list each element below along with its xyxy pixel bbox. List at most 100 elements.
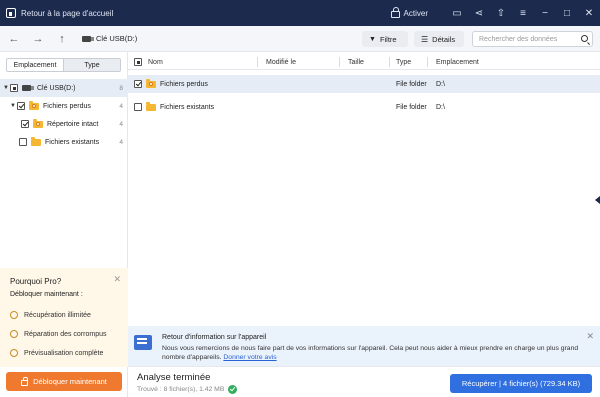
row-location: D:\ bbox=[436, 103, 445, 111]
tree-count: 4 bbox=[119, 138, 123, 146]
details-button[interactable]: ☰ Détails bbox=[414, 31, 464, 47]
tree-label: Clé USB(D:) bbox=[37, 84, 76, 92]
column-label: Modifié le bbox=[266, 58, 296, 66]
scan-status-title: Analyse terminée bbox=[137, 372, 211, 383]
lost-folder-icon bbox=[33, 118, 43, 128]
funnel-icon: ▼ bbox=[369, 35, 376, 43]
title-bar: Retour à la page d'accueil Activer ▭ ⋖ ⇧… bbox=[0, 0, 600, 26]
folder-icon bbox=[146, 101, 156, 111]
breadcrumb-label: Clé USB(D:) bbox=[96, 34, 138, 43]
lost-folder-icon bbox=[29, 100, 39, 110]
lost-folder-icon bbox=[146, 78, 156, 88]
unlock-label: Débloquer maintenant bbox=[33, 377, 107, 386]
share-icon[interactable]: ⋖ bbox=[468, 0, 490, 26]
toolbar: ← → ↑ Clé USB(D:) ▼ Filtre ☰ Détails Rec… bbox=[0, 26, 600, 52]
row-type: File folder bbox=[396, 103, 427, 111]
sidebar: Emplacement Type ▼ Clé USB(D:) 8 ▼ Fichi… bbox=[0, 52, 128, 397]
chevron-down-icon[interactable]: ▼ bbox=[2, 85, 10, 91]
tree-count: 8 bbox=[119, 84, 123, 92]
tree-item-existing-files[interactable]: Fichiers existants 4 bbox=[0, 133, 128, 151]
table-header: Nom Modifié le Taille Type Emplacement bbox=[128, 54, 600, 70]
forward-arrow-icon[interactable]: → bbox=[30, 31, 46, 47]
unlock-button[interactable]: Débloquer maintenant bbox=[6, 372, 122, 391]
feedback-link[interactable]: Donner votre avis bbox=[223, 354, 276, 361]
search-placeholder: Rechercher des données bbox=[479, 35, 558, 43]
usb-drive-icon bbox=[82, 35, 94, 42]
tree-item-intact-dir[interactable]: Répertoire intact 4 bbox=[0, 115, 128, 133]
tab-emplacement[interactable]: Emplacement bbox=[7, 59, 63, 71]
tree-label: Répertoire intact bbox=[47, 120, 99, 128]
lock-icon bbox=[390, 7, 400, 18]
usb-drive-icon bbox=[22, 85, 34, 91]
row-location: D:\ bbox=[436, 80, 445, 88]
infinity-icon bbox=[10, 311, 18, 319]
home-label: Retour à la page d'accueil bbox=[21, 8, 114, 18]
close-icon[interactable]: ✕ bbox=[113, 274, 121, 285]
recover-button[interactable]: Récupérer | 4 fichier(s) (729.34 KB) bbox=[450, 374, 592, 393]
row-type: File folder bbox=[396, 80, 427, 88]
filter-label: Filtre bbox=[379, 34, 397, 44]
column-location[interactable]: Emplacement bbox=[428, 54, 528, 70]
tree-checkbox[interactable] bbox=[21, 120, 29, 128]
home-button[interactable]: Retour à la page d'accueil bbox=[0, 8, 113, 18]
column-label: Type bbox=[396, 58, 412, 66]
folder-icon bbox=[31, 136, 41, 146]
breadcrumb[interactable]: Clé USB(D:) bbox=[82, 34, 137, 43]
feature-label: Prévisualisation complète bbox=[24, 349, 104, 357]
menu-icon[interactable]: ≡ bbox=[512, 0, 534, 26]
column-type[interactable]: Type bbox=[390, 54, 428, 70]
column-label: Emplacement bbox=[436, 58, 479, 66]
table-row[interactable]: Fichiers existants File folder D:\ bbox=[128, 98, 600, 116]
home-icon bbox=[6, 8, 16, 18]
row-name: Fichiers existants bbox=[160, 103, 215, 111]
feedback-title: Retour d'information sur l'appareil bbox=[162, 334, 267, 341]
row-checkbox[interactable] bbox=[134, 80, 142, 88]
upload-icon[interactable]: ⇧ bbox=[490, 0, 512, 26]
activate-button[interactable]: Activer bbox=[389, 7, 446, 18]
tree-count: 4 bbox=[119, 120, 123, 128]
search-input[interactable]: Rechercher des données bbox=[472, 31, 593, 47]
up-arrow-icon[interactable]: ↑ bbox=[54, 31, 70, 47]
tree-checkbox[interactable] bbox=[19, 138, 27, 146]
search-icon[interactable] bbox=[581, 35, 588, 42]
tree-checkbox[interactable] bbox=[17, 102, 25, 110]
column-modified[interactable]: Modifié le bbox=[258, 54, 340, 70]
back-arrow-icon[interactable]: ← bbox=[6, 31, 22, 47]
status-bar: Analyse terminée Trouvé : 8 fichier(s), … bbox=[128, 366, 600, 397]
view-tabs: Emplacement Type bbox=[6, 58, 121, 72]
maximize-icon[interactable]: □ bbox=[556, 0, 578, 26]
filter-button[interactable]: ▼ Filtre bbox=[362, 31, 408, 47]
feedback-icon bbox=[134, 335, 152, 350]
minimize-icon[interactable]: − bbox=[534, 0, 556, 26]
tree-item-lost-files[interactable]: ▼ Fichiers perdus 4 bbox=[0, 97, 128, 115]
promo-subtitle: Débloquer maintenant : bbox=[10, 291, 83, 298]
close-icon[interactable]: ✕ bbox=[586, 331, 594, 342]
close-icon[interactable]: ✕ bbox=[578, 0, 600, 26]
chevron-down-icon[interactable]: ▼ bbox=[9, 103, 17, 109]
column-label: Taille bbox=[348, 58, 364, 66]
feedback-icon[interactable]: ▭ bbox=[446, 0, 468, 26]
column-size[interactable]: Taille bbox=[340, 54, 390, 70]
tree-count: 4 bbox=[119, 102, 123, 110]
column-name[interactable]: Nom bbox=[128, 54, 258, 70]
preview-icon bbox=[10, 349, 18, 357]
row-checkbox[interactable] bbox=[134, 103, 142, 111]
promo-feature: Prévisualisation complète bbox=[10, 349, 118, 357]
check-icon bbox=[228, 385, 238, 394]
scan-status-summary: Trouvé : 8 fichier(s), 1.42 MB bbox=[137, 385, 238, 394]
tab-type[interactable]: Type bbox=[63, 59, 120, 71]
select-all-checkbox[interactable] bbox=[134, 58, 142, 66]
promo-feature: Réparation des corrompus bbox=[10, 330, 118, 338]
preview-panel-toggle-icon[interactable] bbox=[595, 196, 600, 204]
table-row[interactable]: Fichiers perdus File folder D:\ bbox=[128, 75, 600, 93]
column-label: Nom bbox=[148, 58, 163, 66]
pro-promo-panel: Pourquoi Pro? Débloquer maintenant : ✕ R… bbox=[0, 268, 128, 367]
repair-icon bbox=[10, 330, 18, 338]
feedback-text: Nous vous remercions de nous faire part … bbox=[162, 344, 582, 362]
row-name: Fichiers perdus bbox=[160, 80, 208, 88]
tree-checkbox[interactable] bbox=[10, 84, 18, 92]
tree-item-usb[interactable]: ▼ Clé USB(D:) 8 bbox=[0, 79, 128, 97]
promo-feature: Récupération illimitée bbox=[10, 311, 118, 319]
feedback-banner: Retour d'information sur l'appareil Nous… bbox=[128, 326, 600, 366]
list-icon: ☰ bbox=[421, 34, 429, 44]
